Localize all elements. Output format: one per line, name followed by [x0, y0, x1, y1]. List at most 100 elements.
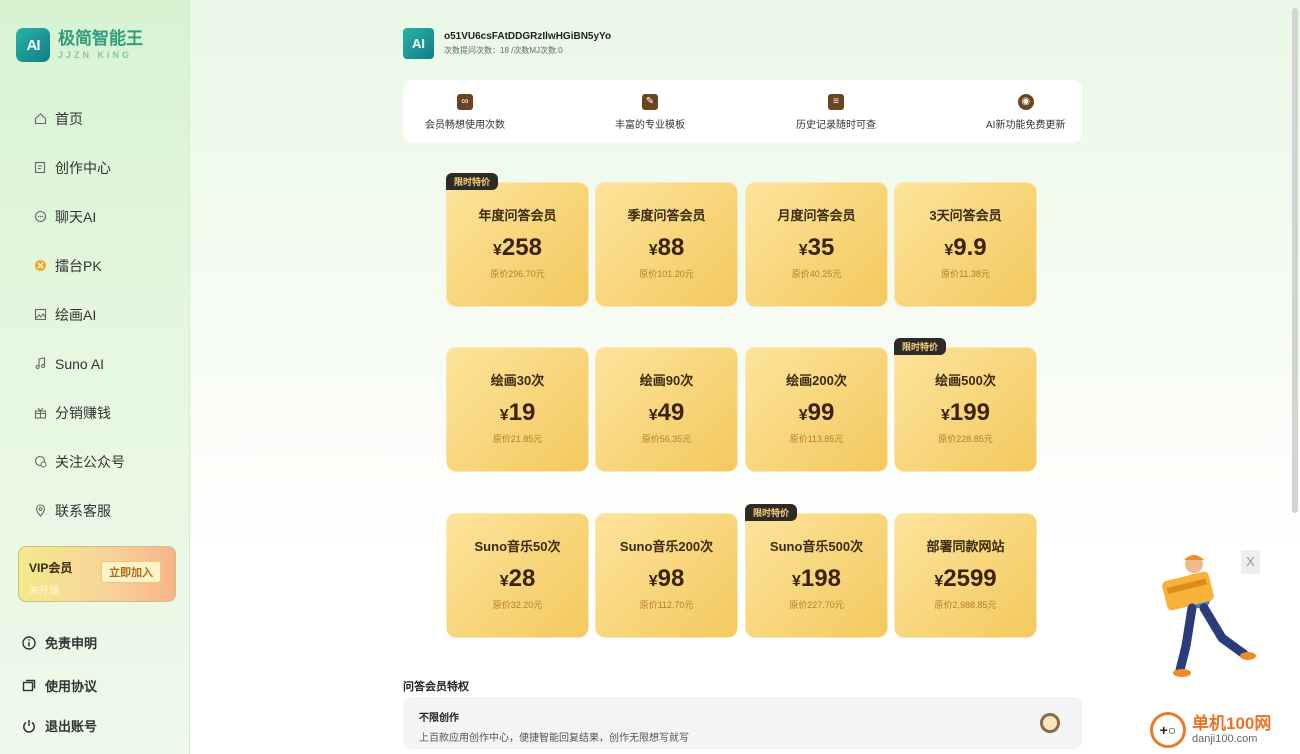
plan-price: ¥49: [596, 401, 737, 428]
disclaimer-label: 免责申明: [45, 636, 98, 651]
currency-symbol: ¥: [499, 407, 509, 424]
sidebar: AI 极简智能王 JJZN KING 首页 创作中心 聊天AI 擂台PK 绘画A…: [0, 0, 190, 754]
plan-card-draw-200[interactable]: 绘画200次 ¥99 原价113.85元: [745, 347, 888, 472]
plan-card-suno-50[interactable]: Suno音乐50次 ¥28 原价32.20元: [446, 513, 589, 638]
logout-link[interactable]: 退出账号: [22, 716, 97, 735]
plan-name: 月度问答会员: [777, 208, 856, 223]
currency-symbol: ¥: [944, 242, 954, 259]
benefit-label: 会员畅想使用次数: [425, 120, 505, 131]
sidebar-item-label: 关注公众号: [55, 453, 125, 470]
price-value: 9.9: [953, 234, 987, 261]
sidebar-item-pk[interactable]: 擂台PK: [0, 241, 190, 290]
benefit-item: ∞ 会员畅想使用次数: [425, 94, 505, 131]
price-value: 258: [501, 234, 542, 261]
benefit-item: ◉ AI新功能免费更新: [986, 94, 1065, 131]
benefit-item: ✎ 丰富的专业模板: [615, 94, 685, 131]
sidebar-item-label: 创作中心: [55, 159, 111, 176]
privilege-item: 不限创作 上百款应用创作中心，便捷智能回复结果，创作无限想写就写: [403, 697, 1082, 749]
sidebar-item-support[interactable]: 联系客服: [0, 486, 190, 535]
plan-card-draw-90[interactable]: 绘画90次 ¥49 原价56.35元: [595, 347, 738, 472]
currency-symbol: ¥: [648, 242, 658, 259]
agreement-link[interactable]: 使用协议: [22, 676, 97, 695]
plan-card-quarterly[interactable]: 季度问答会员 ¥88 原价101.20元: [595, 182, 738, 307]
vip-status: 未开通: [29, 586, 59, 597]
plan-price: ¥99: [746, 401, 887, 428]
plan-price: ¥9.9: [895, 236, 1036, 263]
sidebar-nav: 首页 创作中心 聊天AI 擂台PK 绘画AI Suno AI 分销赚钱 关注公众…: [0, 94, 190, 535]
sidebar-item-label: 擂台PK: [55, 257, 102, 274]
sidebar-item-label: 分销赚钱: [55, 404, 111, 421]
info-icon: [22, 635, 36, 650]
sidebar-item-label: 绘画AI: [55, 306, 97, 323]
sidebar-item-affiliate[interactable]: 分销赚钱: [0, 388, 190, 437]
image-icon: [33, 308, 47, 322]
infinity-icon: [1040, 713, 1060, 733]
history-icon: ≡: [828, 94, 844, 110]
original-price: 原价296.70元: [490, 269, 545, 279]
benefit-label: 历史记录随时可查: [796, 120, 876, 131]
agreement-label: 使用协议: [45, 679, 98, 694]
gift-icon: [33, 406, 47, 420]
pk-icon: [33, 259, 47, 273]
avatar: AI: [403, 28, 434, 59]
benefit-label: 丰富的专业模板: [615, 120, 685, 131]
plan-card-deploy-site[interactable]: 部署同款网站 ¥2599 原价2,988.85元: [894, 513, 1037, 638]
sidebar-item-suno[interactable]: Suno AI: [0, 339, 190, 388]
price-value: 19: [508, 399, 536, 426]
watermark-logo: +○: [1150, 712, 1186, 748]
home-icon: [33, 112, 47, 126]
price-value: 49: [657, 399, 685, 426]
price-value: 99: [807, 399, 835, 426]
plan-card-suno-200[interactable]: Suno音乐200次 ¥98 原价112.70元: [595, 513, 738, 638]
plan-name: 年度问答会员: [478, 208, 557, 223]
sidebar-item-label: 联系客服: [55, 502, 111, 519]
plan-card-annual[interactable]: 限时特价 年度问答会员 ¥258 原价296.70元: [446, 173, 589, 307]
music-icon: [33, 357, 47, 371]
plan-name: 绘画500次: [935, 373, 996, 388]
usage-counts: 次数提问次数：18 /次数MJ次数:0: [444, 46, 563, 55]
currency-symbol: ¥: [798, 242, 808, 259]
disclaimer-link[interactable]: 免责申明: [22, 633, 97, 652]
price-value: 198: [800, 565, 841, 592]
benefit-item: ≡ 历史记录随时可查: [796, 94, 876, 131]
plan-price: ¥98: [596, 567, 737, 594]
plan-name: Suno音乐500次: [769, 539, 864, 554]
template-icon: ✎: [642, 94, 658, 110]
plan-card-draw-500[interactable]: 限时特价 绘画500次 ¥199 原价228.85元: [894, 338, 1037, 472]
popup-close-button[interactable]: X: [1241, 550, 1260, 574]
price-value: 98: [657, 565, 685, 592]
sidebar-item-label: Suno AI: [55, 355, 105, 372]
update-icon: ◉: [1017, 94, 1034, 110]
sidebar-item-label: 聊天AI: [55, 208, 97, 225]
price-value: 35: [807, 234, 835, 261]
sidebar-item-create[interactable]: 创作中心: [0, 143, 190, 192]
sidebar-item-chat[interactable]: 聊天AI: [0, 192, 190, 241]
original-price: 原价56.35元: [641, 434, 692, 444]
sidebar-item-follow[interactable]: 关注公众号: [0, 437, 190, 486]
plan-card-suno-500[interactable]: 限时特价 Suno音乐500次 ¥198 原价227.70元: [745, 504, 888, 638]
privileges-title: 问答会员特权: [403, 681, 469, 693]
vip-join-button[interactable]: 立即加入: [101, 561, 161, 583]
sidebar-item-label: 首页: [55, 110, 83, 127]
plan-name: 季度问答会员: [627, 208, 706, 223]
plan-price: ¥258: [447, 236, 588, 263]
plan-card-draw-30[interactable]: 绘画30次 ¥19 原价21.85元: [446, 347, 589, 472]
currency-symbol: ¥: [493, 242, 502, 259]
plan-name: 绘画30次: [490, 373, 545, 388]
currency-symbol: ¥: [648, 407, 658, 424]
plan-price: ¥2599: [895, 567, 1036, 594]
plan-card-3day[interactable]: 3天问答会员 ¥9.9 原价11.38元: [894, 182, 1037, 307]
currency-symbol: ¥: [934, 573, 944, 590]
original-price: 原价32.20元: [492, 600, 543, 610]
sidebar-item-home[interactable]: 首页: [0, 94, 190, 143]
plan-name: 绘画200次: [786, 373, 847, 388]
power-icon: [22, 719, 36, 733]
user-name: o51VU6csFAtDDGRzIlwHGiBN5yYo: [444, 31, 612, 42]
original-price: 原价11.38元: [941, 269, 990, 279]
brand[interactable]: AI 极简智能王 JJZN KING: [16, 28, 143, 62]
original-price: 原价101.20元: [639, 269, 694, 279]
user-header: AI o51VU6csFAtDDGRzIlwHGiBN5yYo 次数提问次数：1…: [403, 28, 611, 59]
scrollbar[interactable]: [1292, 8, 1298, 513]
sidebar-item-draw[interactable]: 绘画AI: [0, 290, 190, 339]
plan-card-monthly[interactable]: 月度问答会员 ¥35 原价40.25元: [745, 182, 888, 307]
